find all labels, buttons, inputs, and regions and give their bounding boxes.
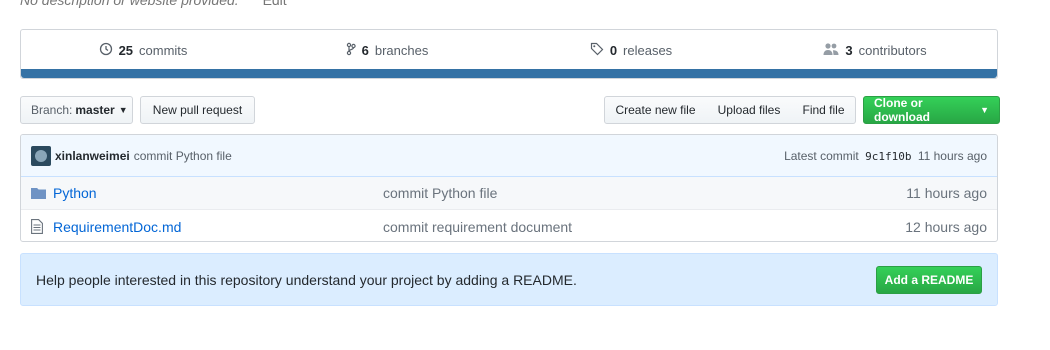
file-commit-message[interactable]: commit Python file [383,185,906,201]
table-row: Python commit Python file 11 hours ago [21,177,997,210]
clone-label: Clone or download [874,96,930,124]
commit-age: 11 hours ago [917,148,987,163]
releases-link[interactable]: 0 releases [509,42,753,59]
edit-description-link[interactable]: Edit [263,0,287,8]
file-table: xinlanweimei commit Python file Latest c… [20,134,998,242]
latest-commit-prefix: Latest commit [784,148,859,163]
file-commit-message[interactable]: commit requirement document [383,219,905,235]
latest-commit-bar: xinlanweimei commit Python file Latest c… [21,135,997,177]
branch-icon [346,42,356,59]
new-pull-request-button[interactable]: New pull request [140,96,255,124]
releases-count: 0 [609,43,618,58]
file-icon [31,219,47,234]
file-name-link[interactable]: RequirementDoc.md [53,219,383,235]
avatar[interactable] [31,145,51,166]
caret-down-icon: ▼ [980,105,989,115]
branch-name: master [75,103,115,117]
add-readme-button[interactable]: Add a README [876,265,982,294]
commits-label: commits [139,43,188,58]
releases-label: releases [623,43,673,58]
commits-link[interactable]: 25 commits [21,42,265,59]
create-new-file-button[interactable]: Create new file [604,96,707,124]
latest-commit-info: Latest commit 9c1f10b 11 hours ago [784,149,987,163]
commit-message[interactable]: commit Python file [134,149,232,163]
branches-label: branches [374,43,429,58]
folder-icon [31,187,47,199]
repo-description-text: No description or website provided. [20,0,239,8]
commits-count: 25 [118,43,134,58]
branches-link[interactable]: 6 branches [265,42,509,59]
contributors-label: contributors [858,43,927,58]
file-age: 12 hours ago [905,218,987,235]
people-icon [823,42,839,59]
commit-sha[interactable]: 9c1f10b [865,150,911,163]
caret-down-icon: ▼ [118,105,128,115]
contributors-link[interactable]: 3 contributors [753,42,997,59]
readme-prompt: Help people interested in this repositor… [20,253,998,306]
contributors-count: 3 [845,43,853,58]
branch-prefix: Branch: [31,103,73,117]
language-bar[interactable] [21,69,997,78]
branch-select-button[interactable]: Branch: master ▼ [20,96,133,124]
find-file-button[interactable]: Find file [792,96,856,124]
tag-icon [590,42,604,59]
upload-files-button[interactable]: Upload files [706,96,793,124]
clone-or-download-button[interactable]: Clone or download ▼ [863,96,1000,124]
file-name-link[interactable]: Python [53,185,383,201]
file-age: 11 hours ago [906,185,987,201]
repo-description: No description or website provided. Edit [20,0,287,8]
readme-prompt-text: Help people interested in this repositor… [36,271,577,288]
branches-count: 6 [361,43,369,58]
repo-summary: 25 commits 6 branches 0 releases 3 contr… [20,29,998,79]
commit-author[interactable]: xinlanweimei [55,149,130,163]
history-icon [99,42,113,59]
table-row: RequirementDoc.md commit requirement doc… [21,210,997,241]
